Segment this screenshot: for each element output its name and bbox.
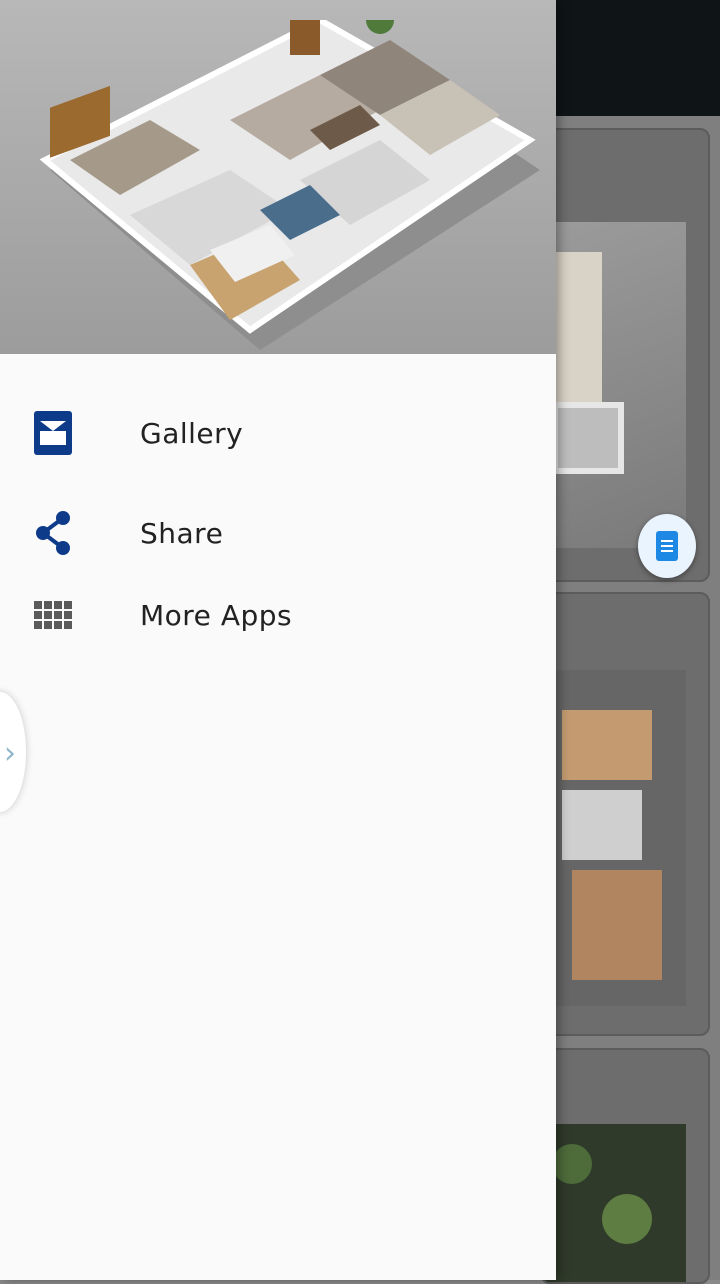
drawer-header-image xyxy=(0,0,556,354)
menu-item-share[interactable]: Share xyxy=(0,488,556,578)
plan-card[interactable] xyxy=(540,1048,710,1284)
menu-item-label: More Apps xyxy=(140,598,293,632)
plan-thumbnail xyxy=(542,222,686,548)
plan-thumbnail xyxy=(542,670,686,1006)
plan-thumbnail xyxy=(542,1124,686,1282)
gallery-icon xyxy=(32,411,74,455)
floor-plan-illustration xyxy=(39,20,540,350)
menu-item-gallery[interactable]: Gallery xyxy=(0,388,556,478)
document-icon xyxy=(656,531,678,561)
plan-card[interactable] xyxy=(540,128,710,582)
menu-item-more-apps[interactable]: More Apps xyxy=(0,570,556,660)
drawer-edge-handle[interactable]: › xyxy=(0,692,26,812)
plan-card[interactable] xyxy=(540,592,710,1036)
navigation-drawer: Gallery Share More Apps › xyxy=(0,0,556,1280)
menu-item-label: Gallery xyxy=(140,416,244,450)
menu-item-label: Share xyxy=(140,516,224,550)
chevron-right-icon: › xyxy=(4,736,16,771)
apps-grid-icon xyxy=(32,594,74,636)
document-fab-button[interactable] xyxy=(638,514,696,578)
share-icon xyxy=(32,511,74,555)
